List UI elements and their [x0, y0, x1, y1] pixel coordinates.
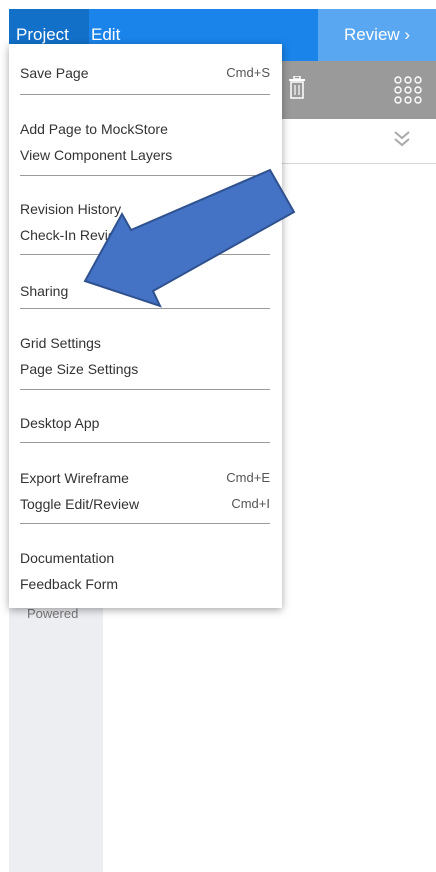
shortcut-label: Cmd+S — [226, 65, 270, 80]
menu-item-toggle-edit-review[interactable]: Toggle Edit/Review Cmd+I — [20, 490, 270, 518]
menu-item-page-size[interactable]: Page Size Settings — [20, 355, 270, 383]
grid-icon[interactable] — [391, 74, 425, 111]
menu-divider — [20, 523, 270, 524]
sidebar-powered-text: Powered — [27, 606, 79, 621]
shortcut-label: Cmd+I — [231, 496, 270, 511]
menu-item-export-wireframe[interactable]: Export Wireframe Cmd+E — [20, 464, 270, 492]
menu-divider — [20, 254, 270, 255]
menu-item-documentation[interactable]: Documentation — [20, 544, 270, 572]
menu-item-label: Toggle Edit/Review — [20, 496, 140, 512]
menu-divider — [20, 175, 270, 176]
menu-divider — [20, 308, 270, 309]
menu-item-revision-history[interactable]: Revision History — [20, 195, 270, 223]
menu-item-add-page[interactable]: Add Page to MockStore — [20, 115, 270, 143]
menu-item-label: Save Page — [20, 65, 89, 81]
menu-item-grid-settings[interactable]: Grid Settings — [20, 329, 270, 357]
shortcut-label: Cmd+E — [226, 470, 270, 485]
menu-divider — [20, 94, 270, 95]
project-dropdown-menu: Save Page Cmd+S Add Page to MockStore Vi… — [9, 44, 282, 608]
menu-item-check-in[interactable]: Check-In Review — [20, 221, 270, 249]
menu-divider — [20, 442, 270, 443]
trash-icon[interactable] — [287, 75, 307, 105]
review-button[interactable]: Review › — [318, 9, 436, 61]
menu-item-sharing[interactable]: Sharing — [20, 277, 270, 305]
menu-item-save-page[interactable]: Save Page Cmd+S — [20, 59, 270, 87]
menu-item-view-layers[interactable]: View Component Layers — [20, 141, 270, 169]
menu-item-label: Export Wireframe — [20, 470, 129, 486]
menu-divider — [20, 389, 270, 390]
menu-item-feedback[interactable]: Feedback Form — [20, 570, 270, 598]
menu-item-desktop-app[interactable]: Desktop App — [20, 409, 270, 437]
chevrons-down-icon[interactable] — [392, 128, 412, 155]
